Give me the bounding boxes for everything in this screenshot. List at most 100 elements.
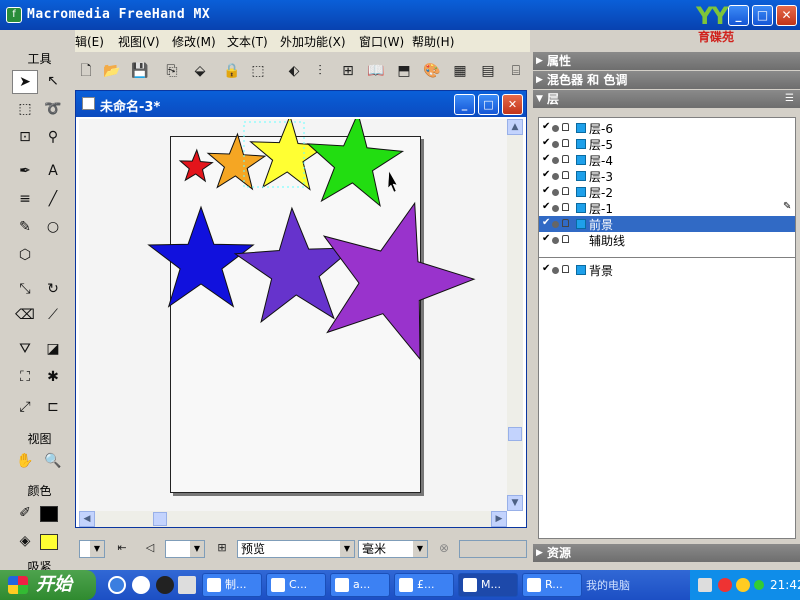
panel-options-icon[interactable]: ☰ — [785, 90, 794, 108]
cancel-icon[interactable]: ⊗ — [433, 538, 455, 558]
layer-preview-dot-icon[interactable] — [552, 221, 559, 228]
menu-help[interactable]: 帮助(H) — [412, 33, 454, 50]
close-button[interactable]: ✕ — [776, 5, 797, 26]
knife-tool-icon[interactable]: ⟋ — [40, 304, 66, 328]
connector-tool-icon[interactable]: ⊏ — [40, 396, 66, 420]
layer-row-background[interactable]: ✔ 背景 — [539, 262, 795, 278]
prev-page-icon[interactable]: ◁ — [139, 538, 161, 558]
unlock-icon[interactable]: ⬚ — [247, 61, 269, 81]
layer-color-swatch[interactable] — [576, 203, 586, 213]
layer-preview-dot-icon[interactable] — [552, 157, 559, 164]
doc-close-button[interactable]: ✕ — [502, 94, 523, 115]
perspective-tool-icon[interactable]: ⛛ — [12, 338, 38, 362]
hand-tool-icon[interactable]: ✋ — [12, 450, 38, 474]
assets-panel-header[interactable]: ▶ 资源 — [533, 544, 800, 562]
zoom-tool-icon[interactable]: 🔍 — [40, 450, 66, 474]
eyedropper-tool-icon[interactable]: ⚲ — [40, 126, 66, 150]
lock-icon[interactable] — [562, 219, 569, 227]
text-tool-icon[interactable]: A — [40, 160, 66, 184]
volume-icon[interactable] — [736, 578, 750, 592]
lock-icon[interactable] — [562, 265, 569, 273]
lock-icon[interactable]: 🔒 — [221, 61, 243, 81]
scroll-up-button[interactable]: ▲ — [507, 119, 523, 135]
layer-row[interactable]: ✔ 辅助线 — [539, 232, 795, 248]
visibility-check-icon[interactable]: ✔ — [542, 137, 550, 148]
trace-tool-icon[interactable]: ≡ — [12, 188, 38, 212]
page-nav-select[interactable]: ▼ — [79, 540, 105, 558]
network-icon[interactable] — [754, 580, 764, 590]
qq-quicklaunch-icon[interactable] — [156, 576, 174, 594]
scroll-down-button[interactable]: ▼ — [507, 495, 523, 511]
green-star[interactable] — [306, 119, 405, 208]
blue-star[interactable] — [147, 205, 255, 308]
ie-quicklaunch-icon[interactable] — [108, 576, 126, 594]
view-mode-select[interactable]: 预览 ▼ — [237, 540, 355, 558]
layer-row[interactable]: ✔ 层-6 — [539, 120, 795, 136]
lock-icon[interactable] — [562, 139, 569, 147]
lasso-tool-icon[interactable]: ➰ — [40, 98, 66, 122]
layer-color-swatch[interactable] — [576, 187, 586, 197]
layers-panel-header[interactable]: ▼ 层 ☰ — [533, 90, 800, 108]
menu-edit[interactable]: 辑(E) — [75, 33, 104, 50]
desktop-quicklaunch-icon[interactable] — [178, 576, 196, 594]
import-icon[interactable]: ⎘ — [161, 61, 183, 81]
polygon-tool-icon[interactable]: ⬡ — [12, 244, 38, 268]
color-icon[interactable]: 🎨 — [421, 61, 443, 81]
task-button[interactable]: C... — [266, 573, 326, 597]
messenger-quicklaunch-icon[interactable] — [132, 576, 150, 594]
start-button[interactable]: 开始 — [0, 570, 96, 600]
subselect-tool-icon[interactable]: ↖ — [40, 70, 66, 94]
mixer-panel-header[interactable]: ▶ 混色器 和 色调 — [533, 71, 800, 89]
layer-preview-dot-icon[interactable] — [552, 189, 559, 196]
stroke-color-swatch[interactable] — [40, 506, 58, 522]
menu-window[interactable]: 窗口(W) — [359, 33, 404, 50]
envelope-tool-icon[interactable]: ◪ — [40, 338, 66, 362]
menu-xtras[interactable]: 外加功能(X) — [280, 33, 346, 50]
canvas-area[interactable] — [79, 119, 507, 511]
grid-icon[interactable]: ▦ — [449, 61, 471, 81]
object-icon[interactable]: ⬒ — [393, 61, 415, 81]
task-button[interactable]: £... — [394, 573, 454, 597]
red-star[interactable] — [178, 148, 214, 183]
tray-label[interactable]: 我的电脑 — [586, 577, 630, 593]
task-button[interactable]: R... — [522, 573, 582, 597]
units-select[interactable]: 毫米 ▼ — [358, 540, 428, 558]
security-icon[interactable] — [718, 578, 732, 592]
layer-row[interactable]: ✔ 层-1 ✎ — [539, 200, 795, 216]
eraser-tool-icon[interactable]: ⌫ — [12, 304, 38, 328]
graphic-hose-icon[interactable]: ⛶ — [12, 366, 38, 390]
lock-icon[interactable] — [562, 171, 569, 179]
lock-icon[interactable] — [562, 187, 569, 195]
lock-icon[interactable] — [562, 123, 569, 131]
properties-panel-header[interactable]: ▶ 属性 — [533, 52, 800, 70]
visibility-check-icon[interactable]: ✔ — [542, 233, 550, 244]
task-button[interactable]: 制... — [202, 573, 262, 597]
scroll-right-button[interactable]: ▶ — [491, 511, 507, 527]
vertical-scrollbar[interactable]: ▲ ▼ — [507, 119, 523, 511]
layer-preview-dot-icon[interactable] — [552, 141, 559, 148]
page-number-select[interactable]: ▼ — [165, 540, 205, 558]
export-icon[interactable]: ⬙ — [189, 61, 211, 81]
yellow-star[interactable] — [249, 119, 329, 191]
page-tool-icon[interactable]: ⬚ — [12, 98, 38, 122]
layer-color-swatch[interactable] — [576, 171, 586, 181]
stroke-color-icon[interactable]: ✐ — [12, 502, 38, 526]
layer-color-swatch[interactable] — [576, 123, 586, 133]
menu-modify[interactable]: 修改(M) — [172, 33, 216, 50]
layer-preview-dot-icon[interactable] — [552, 205, 559, 212]
layer-color-swatch[interactable] — [576, 265, 586, 275]
link-tool-icon[interactable]: ⤢ — [12, 396, 38, 420]
crop-tool-icon[interactable]: ⊡ — [12, 126, 38, 150]
open-file-icon[interactable]: 📂 — [101, 61, 123, 81]
save-icon[interactable]: 💾 — [129, 61, 151, 81]
visibility-check-icon[interactable]: ✔ — [542, 185, 550, 196]
group-icon[interactable]: ⬖ — [283, 61, 305, 81]
indigo-star[interactable] — [233, 206, 355, 324]
spray-tool-icon[interactable]: ✱ — [40, 366, 66, 390]
layer-row[interactable]: ✔ 层-2 — [539, 184, 795, 200]
star-artwork[interactable] — [79, 119, 507, 511]
pointer-tool-icon[interactable]: ➤ — [12, 70, 38, 94]
layers-icon[interactable]: ▤ — [477, 61, 499, 81]
lock-icon[interactable] — [562, 235, 569, 243]
layer-color-swatch[interactable] — [576, 155, 586, 165]
